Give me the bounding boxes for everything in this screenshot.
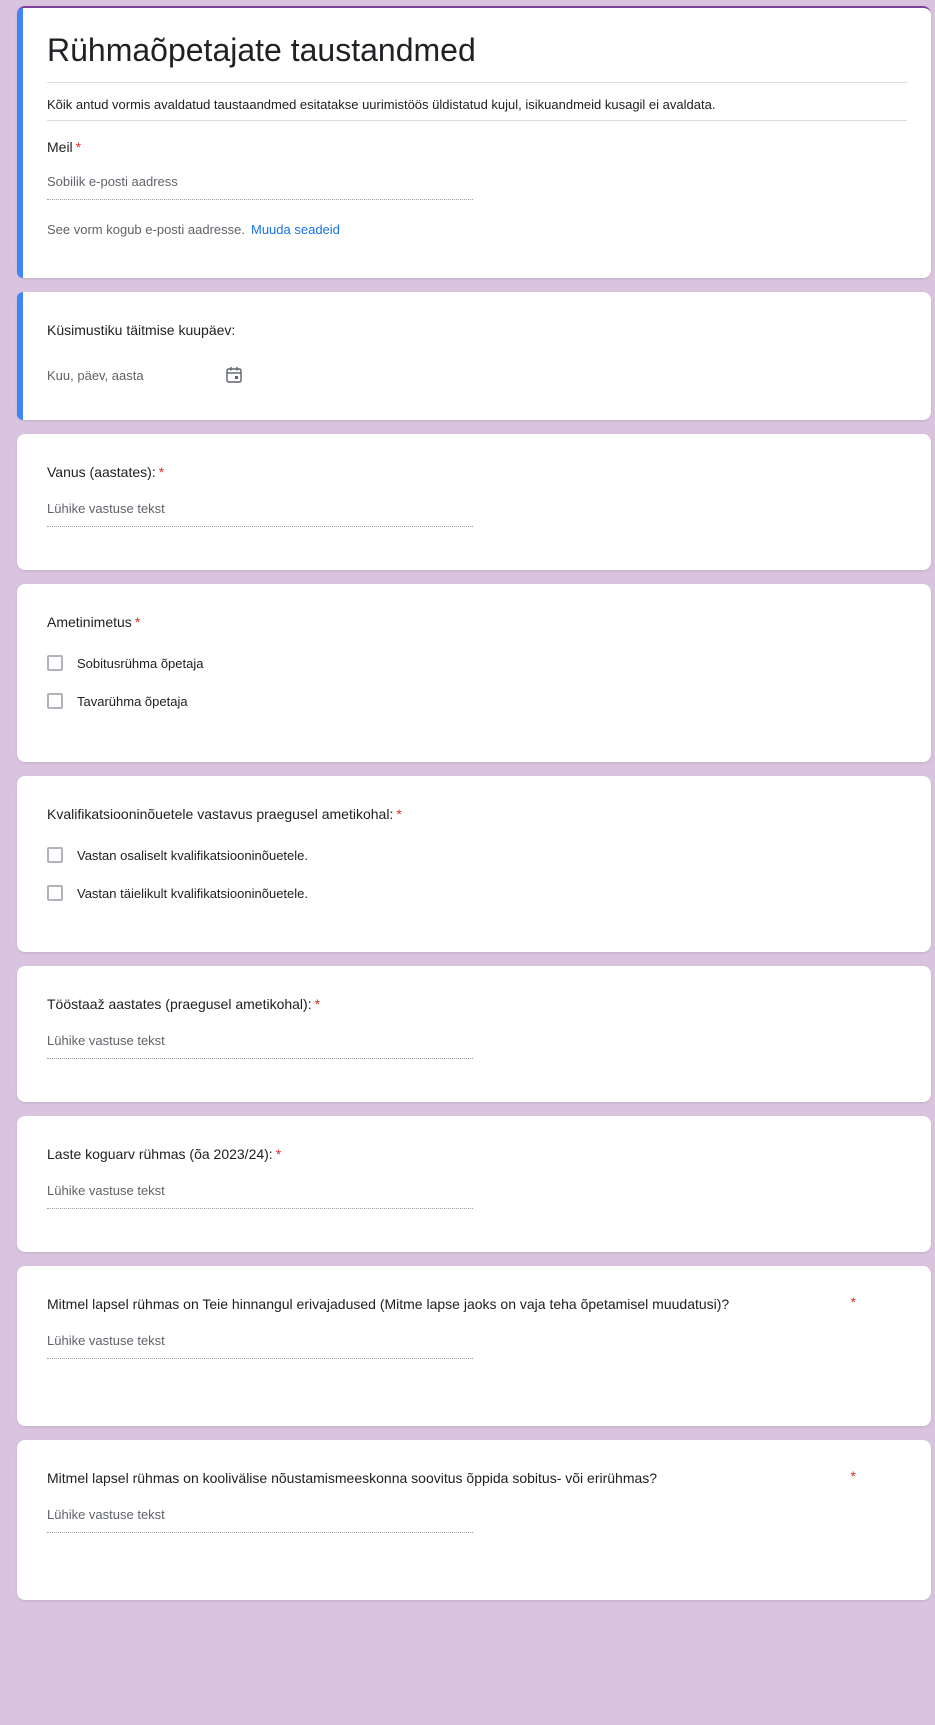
email-label: Meil * [47, 137, 907, 158]
option-label: Vastan täielikult kvalifikatsiooninõuete… [77, 885, 309, 901]
option-label: Tavarühma õpetaja [77, 693, 188, 709]
required-mark: * [850, 1294, 856, 1310]
checkbox-option[interactable]: Sobitusrühma õpetaja [47, 655, 907, 671]
checkbox[interactable] [47, 655, 63, 671]
required-mark: * [275, 1146, 282, 1162]
question-label: Ametinimetus [47, 614, 132, 630]
checkbox[interactable] [47, 847, 63, 863]
question-special-needs: Mitmel lapsel rühmas on Teie hinnangul e… [17, 1266, 931, 1426]
question-label: Tööstaaž aastates (praegusel ametikohal)… [47, 996, 312, 1012]
question-label: Vanus (aastates): [47, 464, 156, 480]
required-mark: * [396, 806, 402, 822]
option-label: Vastan osaliselt kvalifikatsiooninõuetel… [77, 847, 309, 863]
form-page: Rühmaõpetajate taustandmed Kõik antud vo… [17, 6, 931, 1614]
question-label: Mitmel lapsel rühmas on Teie hinnangul e… [47, 1296, 730, 1312]
question-date: Küsimustiku täitmise kuupäev: Kuu, päev,… [17, 292, 931, 420]
question-children-count: Laste koguarv rühmas (õa 2023/24): * Lühi… [17, 1116, 931, 1252]
calendar-icon[interactable] [224, 365, 244, 385]
email-label-text: Meil [47, 139, 73, 155]
form-header-card: Rühmaõpetajate taustandmed Kõik antud vo… [17, 6, 931, 278]
email-field[interactable]: Sobilik e-posti aadress [47, 174, 473, 200]
question-counseling: Mitmel lapsel rühmas on koolivälise nõus… [17, 1440, 931, 1600]
required-mark: * [314, 996, 321, 1012]
form-title: Rühmaõpetajate taustandmed [47, 30, 907, 83]
special-needs-input[interactable]: Lühike vastuse tekst [47, 1333, 473, 1359]
question-tenure: Tööstaaž aastates (praegusel ametikohal)… [17, 966, 931, 1102]
option-label: Sobitusrühma õpetaja [77, 655, 204, 671]
checkbox-option[interactable]: Vastan osaliselt kvalifikatsiooninõuetel… [47, 847, 907, 863]
checkbox[interactable] [47, 693, 63, 709]
counseling-input[interactable]: Lühike vastuse tekst [47, 1507, 473, 1533]
checkbox-option[interactable]: Vastan täielikult kvalifikatsiooninõuete… [47, 885, 907, 901]
question-age: Vanus (aastates): * Lühike vastuse tekst [17, 434, 931, 570]
email-help-text: See vorm kogub e-posti aadresse. [47, 222, 245, 237]
age-input[interactable]: Lühike vastuse tekst [47, 501, 473, 527]
form-description: Kõik antud vormis avaldatud taustaandmed… [47, 95, 907, 121]
checkbox[interactable] [47, 885, 63, 901]
question-label: Mitmel lapsel rühmas on koolivälise nõus… [47, 1470, 658, 1486]
question-title: Küsimustiku täitmise kuupäev: [47, 322, 236, 338]
question-qualification: Kvalifikatsiooninõuetele vastavus praegu… [17, 776, 931, 952]
question-title: Tööstaaž aastates (praegusel ametikohal)… [47, 994, 907, 1015]
question-position: Ametinimetus * Sobitusrühma õpetaja Tavar… [17, 584, 931, 762]
question-title: Ametinimetus * [47, 612, 907, 633]
question-title: Vanus (aastates): * [47, 462, 907, 483]
tenure-input[interactable]: Lühike vastuse tekst [47, 1033, 473, 1059]
required-mark: * [75, 139, 82, 155]
question-label: Laste koguarv rühmas (õa 2023/24): [47, 1146, 273, 1162]
checkbox-option[interactable]: Tavarühma õpetaja [47, 693, 907, 709]
date-placeholder: Kuu, päev, aasta [47, 367, 144, 383]
email-help: See vorm kogub e-posti aadresse. Muuda se… [47, 222, 907, 237]
question-title: Kvalifikatsiooninõuetele vastavus praegu… [47, 804, 907, 825]
required-mark: * [158, 464, 165, 480]
question-title: Laste koguarv rühmas (õa 2023/24): * [47, 1144, 907, 1165]
required-mark: * [850, 1468, 856, 1484]
change-settings-link[interactable]: Muuda seadeid [251, 222, 340, 237]
question-label: Kvalifikatsiooninõuetele vastavus praegu… [47, 806, 394, 822]
required-mark: * [134, 614, 141, 630]
children-count-input[interactable]: Lühike vastuse tekst [47, 1183, 473, 1209]
date-input[interactable]: Kuu, päev, aasta [47, 365, 907, 385]
